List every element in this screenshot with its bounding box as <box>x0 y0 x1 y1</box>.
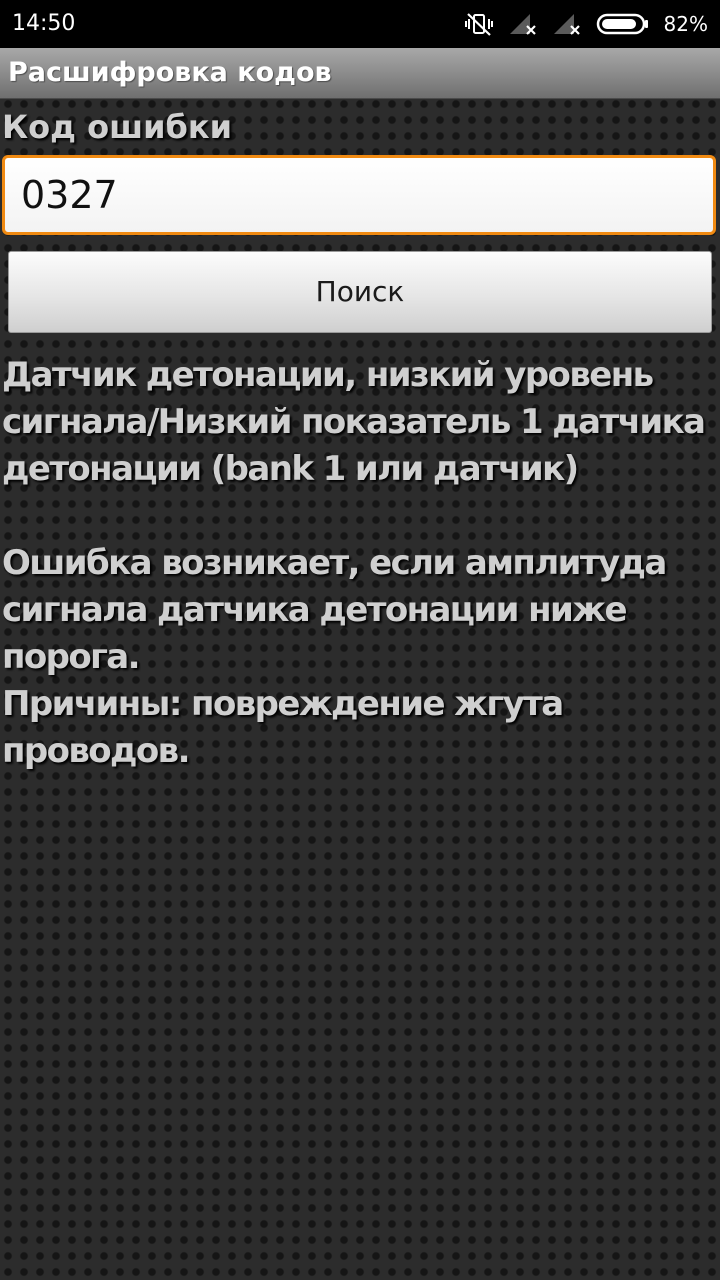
result-gap <box>2 493 718 540</box>
app-title: Расшифровка кодов <box>8 57 332 88</box>
result-condition: Ошибка возникает, если амплитуда сигнала… <box>2 543 667 677</box>
result-text: Датчик детонации, низкий уровень сигнала… <box>2 352 718 775</box>
status-bar: 14:50 82% <box>0 0 720 48</box>
vibrate-off-icon <box>464 13 493 36</box>
status-time: 14:50 <box>12 11 76 36</box>
status-icons: 82% <box>464 10 708 38</box>
error-code-input[interactable] <box>2 155 716 235</box>
search-button[interactable]: Поиск <box>8 251 712 333</box>
result-description: Датчик детонации, низкий уровень сигнала… <box>2 355 706 489</box>
signal-no-service-icon <box>553 14 580 35</box>
error-code-label: Код ошибки <box>2 108 232 146</box>
battery-percent: 82% <box>663 12 708 36</box>
result-causes: Причины: повреждение жгута проводов. <box>2 684 564 771</box>
battery-icon <box>596 13 648 35</box>
signal-no-service-icon <box>509 14 536 35</box>
title-bar: Расшифровка кодов <box>0 48 720 99</box>
